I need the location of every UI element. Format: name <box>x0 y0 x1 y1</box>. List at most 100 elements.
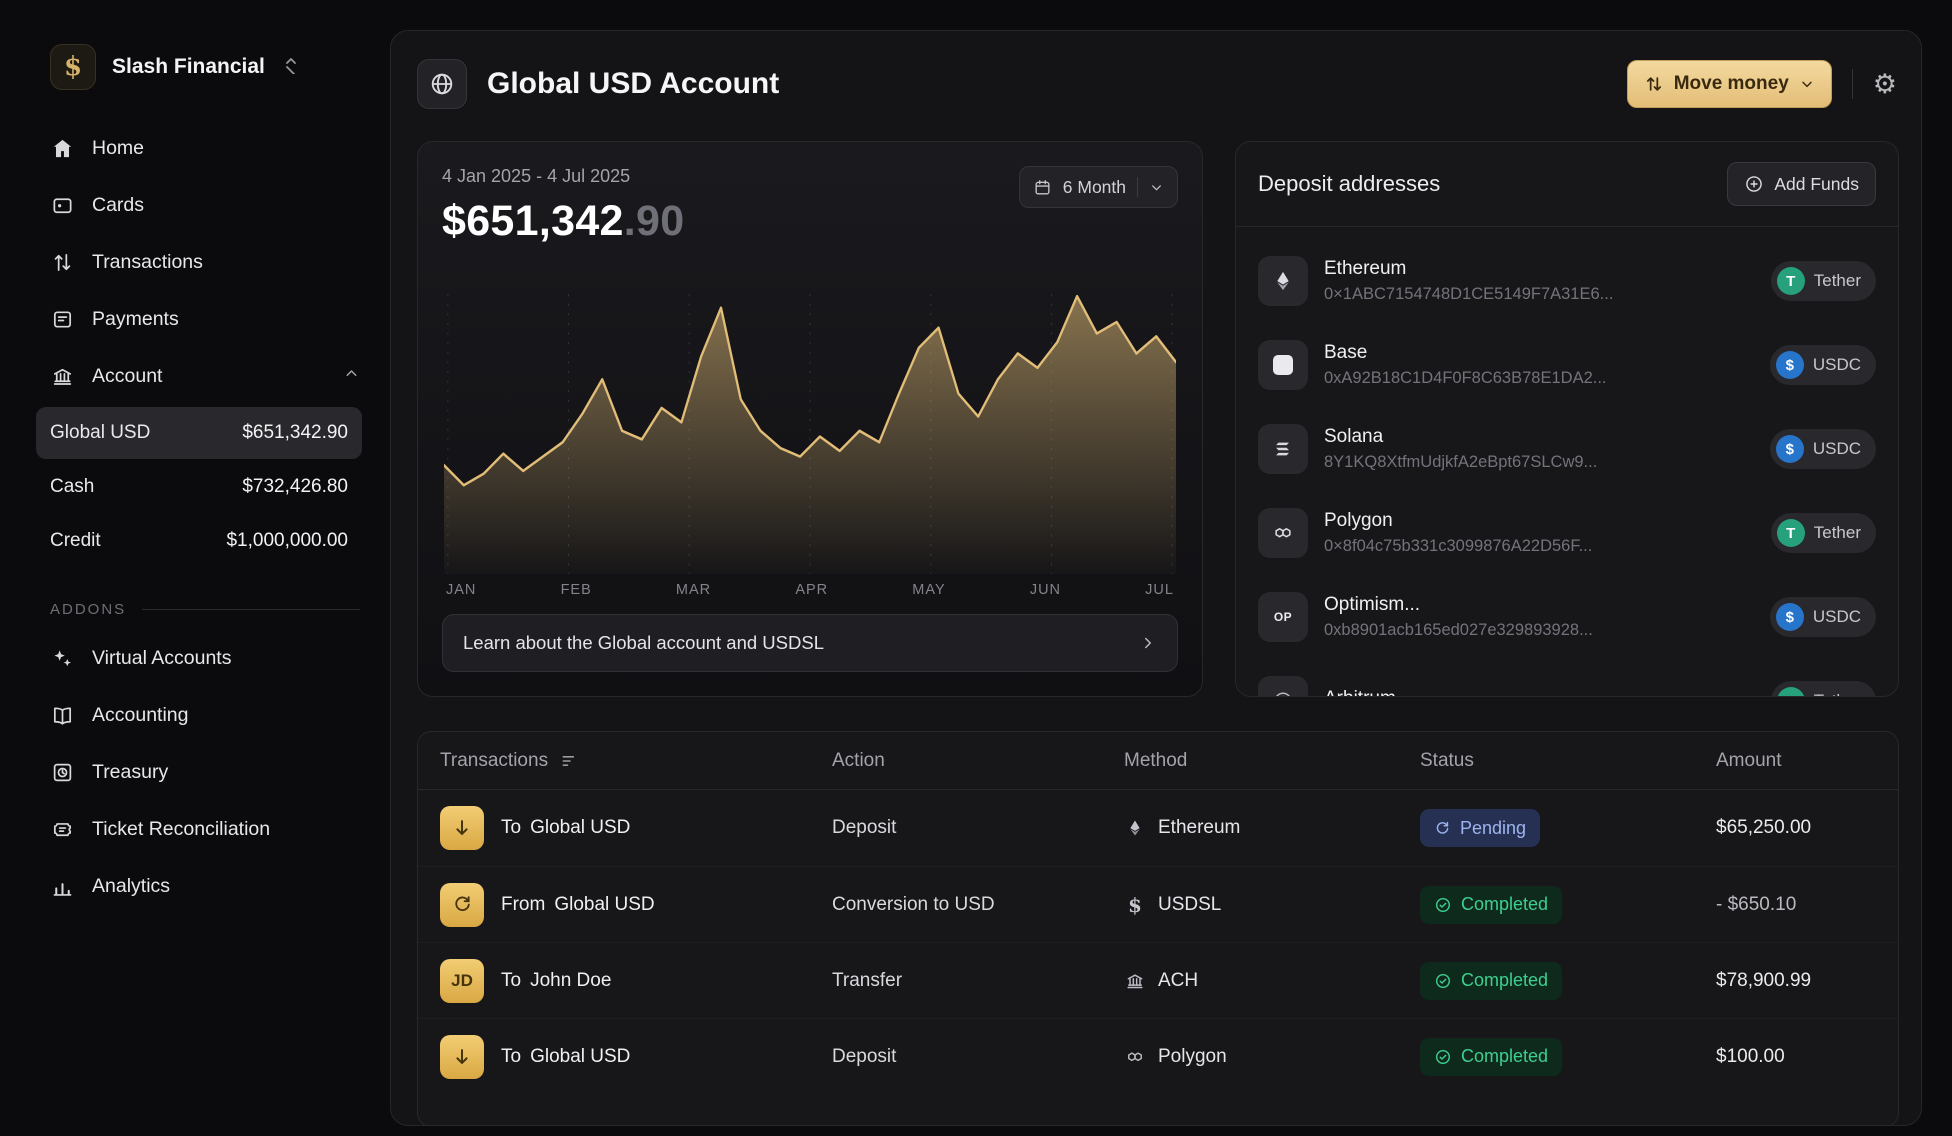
page-header: Global USD Account Move money ⚙ <box>391 31 1921 137</box>
avatar-jd: JD <box>440 959 484 1003</box>
deposit-item-info: Ethereum 0×1ABC7154748D1CE5149F7A31E6... <box>1324 258 1755 304</box>
settings-gear-icon[interactable]: ⚙ <box>1873 71 1897 98</box>
deposit-item-arbitrum[interactable]: Arbitrum... T Tether <box>1258 659 1876 696</box>
sidebar-item-accounting[interactable]: Accounting <box>0 687 390 744</box>
card-icon <box>50 194 74 218</box>
deposit-addresses-card: Deposit addresses Add Funds Ethereum 0×1… <box>1235 141 1899 697</box>
wallet-address: 0xA92B18C1D4F0F8C63B78E1DA2... <box>1324 369 1754 388</box>
workspace-switcher[interactable]: $ Slash Financial <box>0 34 390 100</box>
learn-about-button[interactable]: Learn about the Global account and USDSL <box>442 614 1178 672</box>
sort-filter-icon[interactable] <box>560 751 580 771</box>
solana-icon <box>1258 424 1308 474</box>
network-name: Polygon <box>1324 510 1755 532</box>
deposit-card-header: Deposit addresses Add Funds <box>1236 142 1898 227</box>
account-label: Credit <box>50 530 101 552</box>
move-money-button[interactable]: Move money <box>1627 60 1832 108</box>
primary-nav: Home Cards Transactions Payments Account <box>0 120 390 405</box>
token-badge-usdc: $ USDC <box>1770 345 1876 385</box>
chevron-up-icon <box>343 365 360 388</box>
sidebar-item-virtual-accounts[interactable]: Virtual Accounts <box>0 630 390 687</box>
sidebar-item-home[interactable]: Home <box>0 120 390 177</box>
sidebar-item-ticket-reconciliation[interactable]: Ticket Reconciliation <box>0 801 390 858</box>
nav-label: Accounting <box>92 704 188 727</box>
main-panel: Global USD Account Move money ⚙ 4 Jan 20… <box>390 30 1922 1126</box>
deposit-item-optimism[interactable]: OP Optimism... 0xb8901acb165ed027e329893… <box>1258 575 1876 659</box>
token-badge-tether: T Tether <box>1771 261 1876 301</box>
sidebar-item-analytics[interactable]: Analytics <box>0 858 390 915</box>
sidebar-account-global-usd[interactable]: Global USD $651,342.90 <box>36 407 362 459</box>
x-tick: APR <box>795 582 828 598</box>
sidebar-item-transactions[interactable]: Transactions <box>0 234 390 291</box>
chevron-down-icon <box>1149 180 1164 195</box>
tx-amount-cell: $78,900.99 <box>1694 970 1898 992</box>
balance-chart-card: 4 Jan 2025 - 4 Jul 2025 $651,342.90 6 Mo… <box>417 141 1203 697</box>
app-root: $ Slash Financial Home Cards Transaction… <box>0 0 1952 1136</box>
check-circle-icon <box>1434 972 1452 990</box>
deposit-item-info: Solana 8Y1KQ8XtfmUdjkfA2eBpt67SLCw9... <box>1324 426 1754 472</box>
deposit-item-polygon[interactable]: Polygon 0×8f04c75b331c3099876A22D56F... … <box>1258 491 1876 575</box>
sidebar-item-account[interactable]: Account <box>0 348 390 405</box>
plus-circle-icon <box>1744 174 1764 194</box>
date-range: 4 Jan 2025 - 4 Jul 2025 <box>442 166 684 187</box>
sidebar-item-treasury[interactable]: Treasury <box>0 744 390 801</box>
ethereum-icon <box>1124 819 1146 837</box>
transaction-row[interactable]: FromGlobal USD Conversion to USD $ USDSL… <box>418 866 1898 942</box>
account-balance: $651,342.90 <box>242 422 348 444</box>
balance-area-chart <box>444 262 1176 574</box>
nav-label: Virtual Accounts <box>92 647 231 670</box>
x-tick: MAY <box>912 582 945 598</box>
wallet-address: 0×8f04c75b331c3099876A22D56F... <box>1324 537 1755 556</box>
page-title: Global USD Account <box>487 67 779 101</box>
deposit-item-ethereum[interactable]: Ethereum 0×1ABC7154748D1CE5149F7A31E6...… <box>1258 239 1876 323</box>
deposit-title: Deposit addresses <box>1258 171 1440 197</box>
transaction-row[interactable]: ToGlobal USD Deposit Ethereum Pending $6… <box>418 790 1898 866</box>
content-area: 4 Jan 2025 - 4 Jul 2025 $651,342.90 6 Mo… <box>391 137 1921 1126</box>
nav-label: Transactions <box>92 251 203 274</box>
status-badge-completed: Completed <box>1420 886 1562 924</box>
chevron-updown-icon <box>283 56 299 79</box>
balance-cents: .90 <box>624 197 685 245</box>
sidebar-account-cash[interactable]: Cash $732,426.80 <box>36 461 362 513</box>
tx-action-cell: Conversion to USD <box>810 894 1102 916</box>
polygon-icon <box>1258 508 1308 558</box>
globe-icon <box>417 59 467 109</box>
deposit-item-base[interactable]: Base 0xA92B18C1D4F0F8C63B78E1DA2... $ US… <box>1258 323 1876 407</box>
transaction-row[interactable]: ToGlobal USD Deposit Polygon Completed $… <box>418 1018 1898 1094</box>
period-selector[interactable]: 6 Month <box>1019 166 1178 208</box>
x-tick: JAN <box>446 582 476 598</box>
nav-label: Treasury <box>92 761 168 784</box>
refresh-icon <box>1434 820 1451 837</box>
add-funds-button[interactable]: Add Funds <box>1727 162 1876 206</box>
slash-logo-icon: $ <box>50 44 96 90</box>
balance-block: 4 Jan 2025 - 4 Jul 2025 $651,342.90 <box>442 166 684 246</box>
sidebar: $ Slash Financial Home Cards Transaction… <box>0 0 390 1136</box>
column-status: Status <box>1398 750 1694 772</box>
tx-amount-cell: - $650.10 <box>1694 894 1898 916</box>
bar-chart-icon <box>50 875 74 899</box>
chart-svg <box>444 262 1176 574</box>
tx-status-cell: Completed <box>1398 962 1694 1000</box>
nav-label: Home <box>92 137 144 160</box>
tx-action-cell: Transfer <box>810 970 1102 992</box>
payments-icon <box>50 308 74 332</box>
token-badge-tether: T Tether <box>1771 513 1876 553</box>
tx-method-cell: ACH <box>1102 970 1398 992</box>
sidebar-item-payments[interactable]: Payments <box>0 291 390 348</box>
nav-label: Cards <box>92 194 144 217</box>
tx-party-cell: FromGlobal USD <box>418 883 810 927</box>
transaction-row[interactable]: JD ToJohn Doe Transfer ACH Completed <box>418 942 1898 1018</box>
tx-action-cell: Deposit <box>810 817 1102 839</box>
base-icon <box>1258 340 1308 390</box>
status-badge-completed: Completed <box>1420 962 1562 1000</box>
top-grid: 4 Jan 2025 - 4 Jul 2025 $651,342.90 6 Mo… <box>417 141 1899 697</box>
network-name: Solana <box>1324 426 1754 448</box>
bank-icon <box>1124 971 1146 991</box>
tether-icon: T <box>1777 687 1805 696</box>
deposit-item-info: Base 0xA92B18C1D4F0F8C63B78E1DA2... <box>1324 342 1754 388</box>
wallet-address: 0xb8901acb165ed027e329893928... <box>1324 621 1754 640</box>
chart-x-axis-labels: JAN FEB MAR APR MAY JUN JUL <box>442 582 1178 598</box>
deposit-item-solana[interactable]: Solana 8Y1KQ8XtfmUdjkfA2eBpt67SLCw9... $… <box>1258 407 1876 491</box>
sidebar-account-credit[interactable]: Credit $1,000,000.00 <box>36 515 362 567</box>
calendar-icon <box>1033 178 1052 197</box>
sidebar-item-cards[interactable]: Cards <box>0 177 390 234</box>
